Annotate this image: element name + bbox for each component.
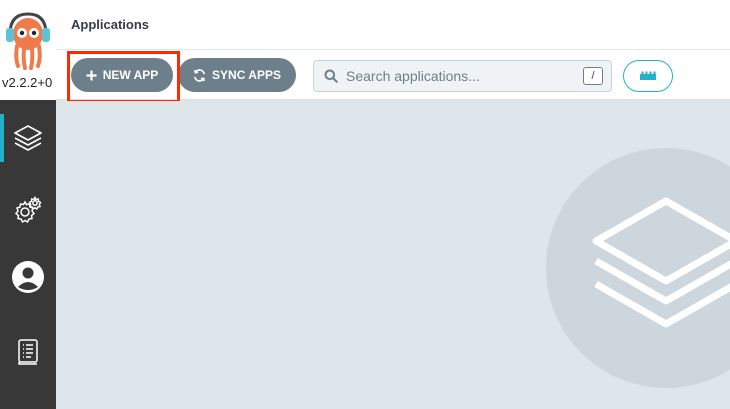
user-icon	[12, 261, 44, 293]
search-shortcut-key: /	[583, 67, 603, 85]
gear-icon	[14, 195, 42, 224]
sidebar-item-settings[interactable]	[0, 182, 56, 238]
sync-apps-label: SYNC APPS	[212, 68, 281, 82]
search-icon	[324, 69, 338, 83]
main-content	[56, 101, 730, 409]
search-input[interactable]	[346, 68, 566, 84]
tiles-view-icon	[640, 71, 656, 80]
sidebar-item-documentation[interactable]	[0, 324, 56, 380]
view-toggle-button[interactable]	[623, 60, 673, 92]
plus-icon	[86, 70, 97, 80]
sidebar-item-applications[interactable]	[0, 110, 56, 166]
empty-state-layers-icon	[592, 197, 730, 328]
new-app-label: NEW APP	[102, 68, 159, 82]
sidebar-item-user-info[interactable]	[0, 249, 56, 305]
sync-apps-button[interactable]: SYNC APPS	[178, 58, 296, 92]
sidebar: v2.2.2+0	[0, 0, 56, 409]
docs-icon	[18, 339, 38, 365]
page-header: Applications	[56, 0, 730, 50]
logo[interactable]: v2.2.2+0	[0, 0, 56, 100]
layers-icon	[14, 125, 42, 151]
sync-icon	[194, 68, 206, 82]
new-app-button[interactable]: NEW APP	[71, 58, 173, 92]
search-box: /	[313, 60, 612, 92]
version-label: v2.2.2+0	[2, 75, 53, 90]
toolbar: NEW APP SYNC APPS /	[56, 50, 730, 100]
argo-logo-icon	[6, 12, 50, 70]
page-title: Applications	[71, 17, 150, 32]
